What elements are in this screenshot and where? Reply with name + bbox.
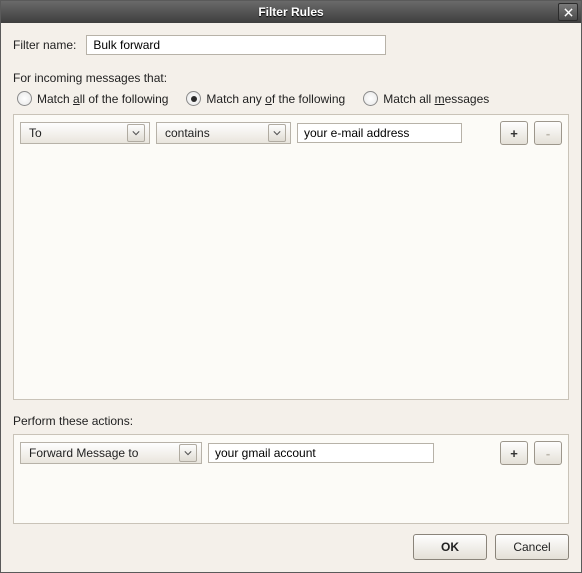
radio-icon: [363, 91, 378, 106]
match-any-radio[interactable]: Match any of the following: [186, 91, 345, 106]
match-every-radio[interactable]: Match all messages: [363, 91, 489, 106]
action-row: Forward Message to + -: [20, 441, 562, 465]
condition-row: To contains + -: [20, 121, 562, 145]
add-action-button[interactable]: +: [500, 441, 528, 465]
close-icon: [564, 8, 573, 17]
condition-op-select[interactable]: contains: [156, 122, 291, 144]
filter-name-input[interactable]: [86, 35, 386, 55]
chevron-down-icon: [127, 124, 145, 142]
condition-field-select[interactable]: To: [20, 122, 150, 144]
chevron-down-icon: [179, 444, 197, 462]
action-value-input[interactable]: [208, 443, 434, 463]
add-condition-button[interactable]: +: [500, 121, 528, 145]
filter-rules-dialog: Filter Rules Filter name: For incoming m…: [0, 0, 582, 573]
ok-button[interactable]: OK: [413, 534, 487, 560]
chevron-down-icon: [268, 124, 286, 142]
match-any-label: Match any of the following: [206, 92, 345, 106]
remove-action-button[interactable]: -: [534, 441, 562, 465]
radio-icon: [17, 91, 32, 106]
dialog-body: Filter name: For incoming messages that:…: [1, 23, 581, 524]
window-title: Filter Rules: [258, 5, 323, 19]
match-every-label: Match all messages: [383, 92, 489, 106]
match-all-label: Match all of the following: [37, 92, 168, 106]
close-button[interactable]: [558, 3, 578, 21]
remove-condition-button[interactable]: -: [534, 121, 562, 145]
action-type-select[interactable]: Forward Message to: [20, 442, 202, 464]
perform-actions-label: Perform these actions:: [13, 414, 569, 428]
match-mode-row: Match all of the following Match any of …: [13, 91, 569, 114]
match-all-radio[interactable]: Match all of the following: [17, 91, 168, 106]
filter-name-label: Filter name:: [13, 38, 76, 52]
condition-value-input[interactable]: [297, 123, 462, 143]
dialog-footer: OK Cancel: [1, 524, 581, 572]
cancel-button[interactable]: Cancel: [495, 534, 569, 560]
conditions-panel: To contains + -: [13, 114, 569, 400]
filter-name-row: Filter name:: [13, 35, 569, 55]
incoming-label: For incoming messages that:: [13, 71, 569, 85]
radio-icon: [186, 91, 201, 106]
titlebar: Filter Rules: [1, 1, 581, 23]
actions-panel: Forward Message to + -: [13, 434, 569, 524]
